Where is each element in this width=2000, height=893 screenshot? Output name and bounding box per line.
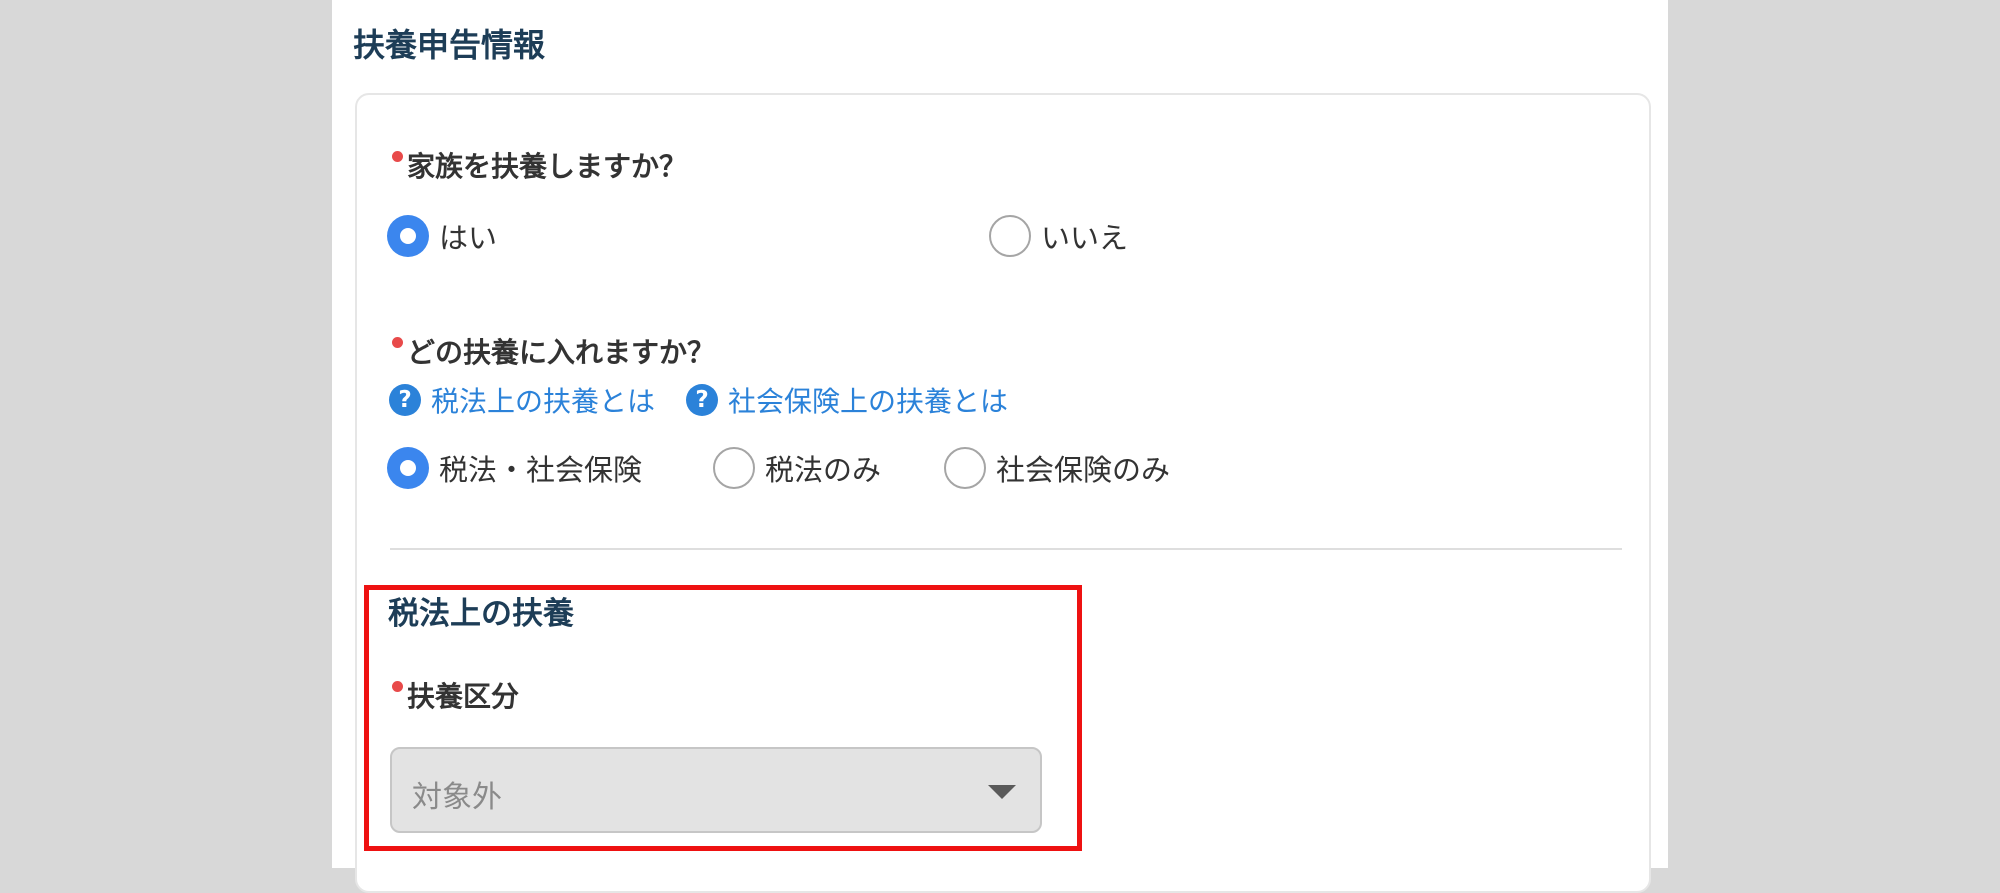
radio-button-unchecked[interactable] [713,447,755,489]
radio-label-no: いいえ [1041,221,1129,255]
question-circle-icon: ? [686,384,718,416]
help-link-text: 税法上の扶養とは [431,385,656,418]
radio-button-unchecked[interactable] [989,215,1031,257]
radio-label: 社会保険のみ [996,453,1171,487]
required-mark [392,151,403,162]
help-link-social-insurance-dependent[interactable]: ? 社会保険上の扶養とは [686,380,1008,420]
radio-label-yes: はい [439,221,498,255]
radio-label: 税法のみ [765,453,882,487]
required-mark [392,337,403,348]
radio-option-insurance-only[interactable]: 社会保険のみ [944,447,1170,489]
question-circle-icon: ? [389,384,421,416]
radio-option-no[interactable]: いいえ [989,215,1128,257]
question-dependent-type: どの扶養に入れますか？ [407,336,716,369]
divider [390,548,1622,550]
radio-option-tax-only[interactable]: 税法のみ [713,447,881,489]
help-link-text: 社会保険上の扶養とは [728,385,1009,418]
radio-option-tax-and-insurance[interactable]: 税法・社会保険 [387,447,642,489]
section-title: 扶養申告情報 [353,26,546,64]
radio-button-checked[interactable] [387,447,429,489]
highlight-frame [364,585,1082,851]
radio-button-unchecked[interactable] [944,447,986,489]
radio-button-checked[interactable] [387,215,429,257]
question-family-dependent: 家族を扶養しますか？ [407,150,688,183]
radio-option-yes[interactable]: はい [387,215,497,257]
help-link-tax-dependent[interactable]: ? 税法上の扶養とは [389,380,655,420]
radio-label: 税法・社会保険 [439,453,643,487]
